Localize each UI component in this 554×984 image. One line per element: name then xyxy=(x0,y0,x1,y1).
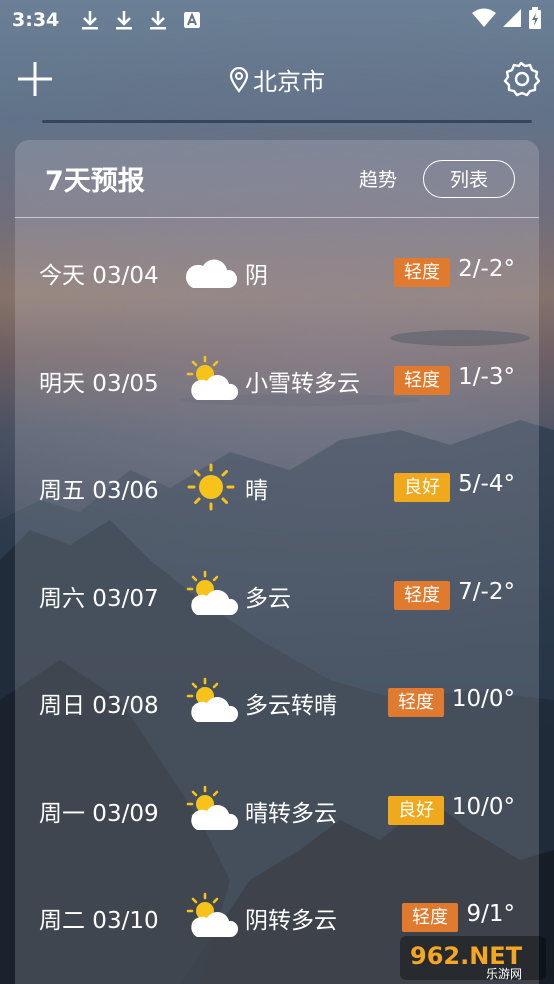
header-divider xyxy=(42,120,532,123)
forecast-desc: 多云转晴 xyxy=(245,693,337,719)
forecast-desc: 阴 xyxy=(245,263,268,289)
location-selector[interactable]: 北京市 xyxy=(0,62,554,97)
partly-cloudy-icon xyxy=(183,782,239,838)
partly-cloudy-icon xyxy=(183,352,239,408)
gear-icon xyxy=(503,61,541,97)
partly-cloudy-icon xyxy=(183,567,239,623)
forecast-date: 周五 03/06 xyxy=(39,478,159,504)
forecast-date: 周六 03/07 xyxy=(39,585,159,612)
forecast-desc: 晴 xyxy=(245,478,268,504)
aqi-badge: 轻度 xyxy=(402,903,458,932)
forecast-date: 明天 03/05 xyxy=(39,370,159,397)
forecast-row[interactable]: 周日 03/08 多云转晴 10/0° 轻度 xyxy=(15,648,539,756)
forecast-row[interactable]: 明天 03/05 小雪转多云 1/-3° 轻度 xyxy=(15,326,539,434)
watermark-sub: 乐游网 xyxy=(486,967,522,981)
forecast-row[interactable]: 周六 03/07 多云 7/-2° 轻度 xyxy=(15,541,539,649)
forecast-date: 周二 03/10 xyxy=(39,908,159,934)
forecast-row[interactable]: 今天 03/04 阴 2/-2° 轻度 xyxy=(15,218,539,326)
forecast-temp: 10/0° xyxy=(451,793,515,820)
forecast-date: 今天 03/04 xyxy=(39,263,159,289)
forecast-temp: 10/0° xyxy=(451,686,515,712)
forecast-card: 7天预报 趋势 列表 今天 03/04 阴 2/-2° 轻度 明天 03/05 小雪转多云… xyxy=(15,140,539,984)
location-name: 北京市 xyxy=(253,68,325,96)
forecast-desc: 小雪转多云 xyxy=(245,370,360,397)
forecast-temp: 1/-3° xyxy=(458,363,515,390)
battery-icon xyxy=(528,6,542,34)
status-right-icons xyxy=(472,6,542,34)
aqi-badge: 轻度 xyxy=(394,258,450,287)
download-icon xyxy=(79,9,101,31)
settings-button[interactable] xyxy=(502,60,541,98)
forecast-desc: 阴转多云 xyxy=(245,908,337,934)
download-icon xyxy=(113,9,135,31)
status-time: 3:34 xyxy=(12,9,60,31)
trend-toggle[interactable]: 趋势 xyxy=(359,165,397,192)
status-bar: 3:34 xyxy=(0,0,554,40)
watermark-brand: 962.NET xyxy=(410,942,523,970)
forecast-desc: 晴转多云 xyxy=(245,800,337,827)
aqi-badge: 轻度 xyxy=(394,365,450,395)
forecast-temp: 5/-4° xyxy=(458,471,515,497)
location-pin-icon xyxy=(229,66,249,93)
sunny-icon xyxy=(183,459,239,515)
aqi-badge: 良好 xyxy=(388,795,444,825)
forecast-temp: 7/-2° xyxy=(458,578,515,605)
aqi-badge: 轻度 xyxy=(394,580,450,610)
cloudy-icon xyxy=(183,244,239,300)
forecast-title: 7天预报 xyxy=(45,166,145,197)
forecast-temp: 9/1° xyxy=(466,901,515,927)
top-bar: 北京市 xyxy=(0,52,554,108)
watermark-logo: 962.NET 乐游网 xyxy=(400,936,546,981)
list-toggle[interactable]: 列表 xyxy=(423,159,515,198)
forecast-temp: 2/-2° xyxy=(458,256,515,282)
forecast-date: 周一 03/09 xyxy=(39,800,159,827)
partly-cloudy-icon xyxy=(183,674,239,730)
a-icon xyxy=(181,9,203,31)
forecast-date: 周日 03/08 xyxy=(39,693,159,719)
signal-icon xyxy=(502,8,522,33)
forecast-header: 7天预报 趋势 列表 xyxy=(15,140,539,218)
aqi-badge: 轻度 xyxy=(388,688,444,717)
forecast-row[interactable]: 周五 03/06 晴 5/-4° 良好 xyxy=(15,433,539,541)
forecast-row[interactable]: 周一 03/09 晴转多云 10/0° 良好 xyxy=(15,756,539,864)
aqi-badge: 良好 xyxy=(394,473,450,502)
download-icon xyxy=(147,9,169,31)
partly-cloudy-icon xyxy=(183,889,239,945)
wifi-icon xyxy=(472,8,496,33)
forecast-desc: 多云 xyxy=(245,585,291,612)
